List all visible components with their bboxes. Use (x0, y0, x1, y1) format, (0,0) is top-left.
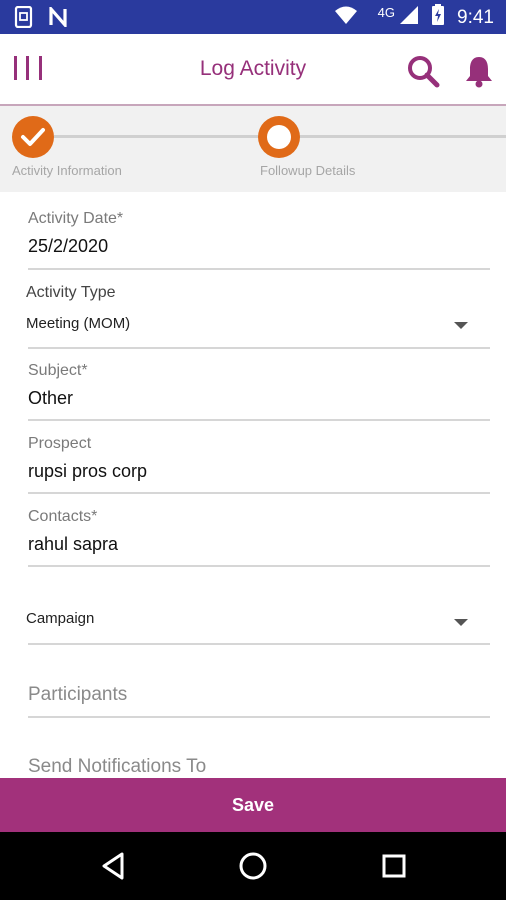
contacts-value: rahul sapra (28, 534, 119, 554)
activity-date-field[interactable]: Activity Date* 25/2/2020 (28, 210, 490, 272)
battery-charging-icon (431, 4, 445, 32)
field-underline (28, 565, 490, 567)
app-bar: Log Activity (0, 34, 506, 106)
send-notifications-placeholder: Send Notifications To (28, 756, 207, 777)
activity-type-dropdown[interactable]: Activity Type Meeting (MOM) (26, 284, 490, 350)
activity-type-value: Meeting (MOM) (26, 315, 131, 332)
wifi-icon (334, 5, 358, 31)
save-button[interactable]: Save (0, 778, 506, 832)
status-bar: 4G 9:41 (0, 0, 506, 34)
step-label-activity-information: Activity Information (12, 163, 122, 178)
system-nav-bar (0, 832, 506, 900)
cellular-signal-icon (399, 5, 419, 31)
chevron-down-icon (454, 322, 468, 329)
checkmark-icon (21, 128, 45, 146)
campaign-placeholder: Campaign (26, 610, 95, 627)
n-notification-icon (48, 4, 68, 32)
campaign-dropdown[interactable]: Campaign (26, 610, 490, 646)
field-underline (28, 643, 490, 645)
screenshot-icon (14, 5, 34, 33)
bell-icon[interactable] (463, 54, 495, 88)
field-underline (28, 347, 490, 349)
chevron-down-icon (454, 619, 468, 626)
prospect-label: Prospect (28, 435, 92, 452)
contacts-field[interactable]: Contacts* rahul sapra (28, 508, 490, 568)
field-underline (28, 268, 490, 270)
clock-time: 9:41 (457, 7, 494, 28)
prospect-value: rupsi pros corp (28, 461, 148, 481)
progress-stepper: Activity Information Followup Details (0, 106, 506, 192)
home-icon[interactable] (235, 848, 271, 884)
subject-field[interactable]: Subject* Other (28, 362, 490, 422)
activity-type-label: Activity Type (26, 284, 116, 301)
field-underline (28, 716, 490, 718)
search-icon[interactable] (406, 54, 440, 88)
step-followup-details-indicator[interactable] (258, 116, 300, 158)
activity-date-value: 25/2/2020 (28, 236, 109, 256)
subject-value: Other (28, 388, 74, 408)
participants-field[interactable]: Participants (28, 684, 490, 720)
recents-icon[interactable] (376, 848, 412, 884)
prospect-field[interactable]: Prospect rupsi pros corp (28, 435, 490, 495)
send-notifications-field[interactable]: Send Notifications To (28, 756, 490, 778)
participants-placeholder: Participants (28, 684, 128, 705)
step-activity-information-indicator[interactable] (12, 116, 54, 158)
activity-date-label: Activity Date* (28, 210, 124, 227)
subject-label: Subject* (28, 362, 88, 379)
network-type: 4G (377, 4, 396, 20)
field-underline (28, 419, 490, 421)
step-label-followup-details: Followup Details (260, 163, 356, 178)
contacts-label: Contacts* (28, 508, 98, 525)
back-icon[interactable] (96, 848, 132, 884)
field-underline (28, 492, 490, 494)
